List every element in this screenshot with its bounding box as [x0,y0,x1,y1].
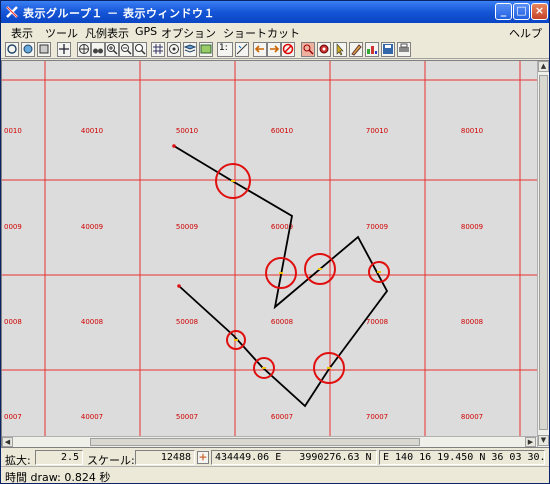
close-button[interactable]: × [531,3,548,20]
menu-gps[interactable]: GPS [135,25,157,38]
timing-bar: 時間 draw: 0.824 秒 [1,466,549,484]
scale-readout-label: 1: [219,43,228,53]
coord-x: 434449.06 E [215,452,282,463]
grid-cell-label: 40010 [81,127,103,135]
target-icon[interactable] [167,42,181,57]
toolbar: 1: [1,41,549,59]
menu-legend[interactable]: 凡例表示 [85,25,129,41]
grid-cell-label: 40008 [81,318,103,326]
frame-icon[interactable] [37,42,51,57]
menu-options[interactable]: オプション [161,25,216,41]
minimize-button[interactable]: _ [495,3,512,20]
app-window: 表示グループ１ － 表示ウィンドウ１ _ □ × 表示 ツール 凡例表示 GPS… [0,0,550,484]
pointer-icon[interactable] [333,42,347,57]
waypoint-dot [234,339,238,341]
stop-icon[interactable] [281,42,295,57]
grid-cell-label: 60008 [271,318,293,326]
grid-cell-label: 60007 [271,413,293,421]
app-icon [5,5,19,19]
grid-cell-label: 80007 [461,413,483,421]
horizontal-scroll-thumb[interactable] [90,438,420,446]
map-icon[interactable] [199,42,213,57]
grid-cell-label: 50008 [176,318,198,326]
forward-icon[interactable] [267,42,281,57]
title-bar[interactable]: 表示グループ１ － 表示ウィンドウ１ _ □ × [1,1,549,23]
layers-icon[interactable] [183,42,197,57]
grid-cell-label: 50009 [176,223,198,231]
menu-shortcut[interactable]: ショートカット [223,25,300,41]
map-canvas[interactable]: 0010 0009 0008 0007 40010 40009 40008 40007 5001… [2,61,537,436]
chart-icon[interactable] [365,42,379,57]
grid-icon[interactable] [151,42,165,57]
waypoint-dot [377,271,381,273]
search-icon[interactable] [301,42,315,57]
grid-cell-label: 40007 [81,413,103,421]
draw-time-text: 時間 draw: 0.824 秒 [5,471,111,484]
binoculars-icon[interactable] [91,42,105,57]
waypoint-dot [231,180,235,182]
projected-coordinate-field: 434449.06 E 3990276.63 N m [211,450,377,465]
grid-cell-label: 80009 [461,223,483,231]
vertical-scroll-thumb[interactable] [539,75,548,430]
grid-cell-label: 50007 [176,413,198,421]
zoom-field[interactable]: 2.5 [35,450,83,465]
window-title: 表示グループ１ － 表示ウィンドウ１ [23,7,215,20]
grid-cell-label: 0008 [4,318,22,326]
grid-cell-label: 0010 [4,127,22,135]
edit-icon[interactable] [349,42,363,57]
gear-icon[interactable] [317,42,331,57]
grid-cell-label: 0009 [4,223,22,231]
track-start-marker [172,144,176,148]
grid-cell-label: 70007 [366,413,388,421]
grid-cell-label: 40009 [81,223,103,231]
grid-cell-label: 70010 [366,127,388,135]
scale-plus-icon[interactable] [197,451,209,464]
back-icon[interactable] [253,42,267,57]
coord-y: 3990276.63 N m [299,452,377,463]
grid-cell-label: 70008 [366,318,388,326]
zoom-box-icon[interactable] [133,42,147,57]
menu-tools[interactable]: ツール [45,25,78,41]
latlon-field: E 140 16 19.450 N 36 03 30.330 [379,450,545,465]
grid-cell-label: 0007 [4,413,22,421]
grid-cell-label: 80008 [461,318,483,326]
scale-field[interactable]: 12488 [135,450,195,465]
track-start-marker [177,284,181,288]
menu-help[interactable]: ヘルプ [509,25,542,41]
zoom-out-icon[interactable] [119,42,133,57]
pan-icon[interactable] [77,42,91,57]
zoom-layer-icon[interactable] [21,42,35,57]
zoom-in-icon[interactable] [105,42,119,57]
grid-cell-label: 70009 [366,223,388,231]
add-point-icon[interactable] [57,42,71,57]
maximize-button[interactable]: □ [513,3,530,20]
save-icon[interactable] [381,42,395,57]
map-view[interactable]: 0010 0009 0008 0007 40010 40009 40008 40007 5001… [1,60,549,448]
menu-bar: 表示 ツール 凡例表示 GPS オプション ショートカット ヘルプ [1,23,549,41]
waypoint-dot [279,272,283,274]
waypoint-dot [318,268,322,270]
scale-readout[interactable]: 1: [217,42,233,57]
grid-cell-label: 50010 [176,127,198,135]
scroll-right-icon[interactable]: ▶ [525,437,536,447]
horizontal-scrollbar[interactable]: ◀ ▶ [2,436,537,447]
print-icon[interactable] [397,42,411,57]
scroll-up-icon[interactable]: ▲ [538,61,549,72]
scroll-left-icon[interactable]: ◀ [2,437,13,447]
measure-icon[interactable] [235,42,249,57]
zoom-full-icon[interactable] [5,42,19,57]
waypoint-dot [327,367,331,369]
menu-view[interactable]: 表示 [11,25,33,41]
scroll-down-icon[interactable]: ▼ [538,435,549,446]
status-bar: 拡大: 2.5 スケール: 12488 434449.06 E 3990276.… [1,449,549,467]
grid-cell-label: 60010 [271,127,293,135]
vertical-scrollbar[interactable]: ▲ ▼ [537,61,549,447]
grid-cell-label: 80010 [461,127,483,135]
waypoint-dot [262,367,266,369]
